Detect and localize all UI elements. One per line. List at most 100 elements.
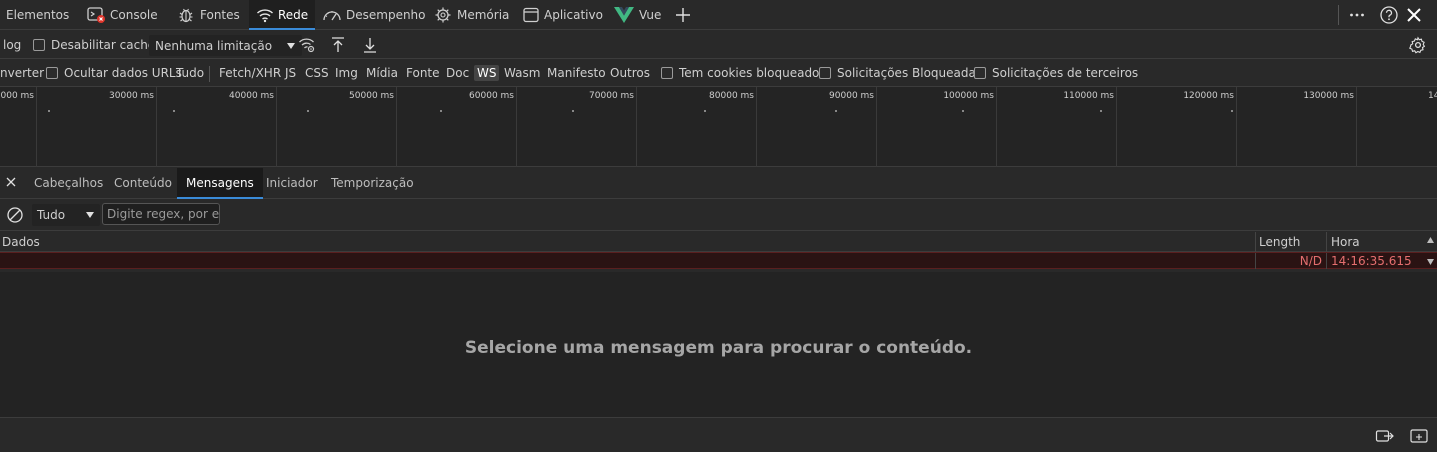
checkbox-box[interactable] (974, 67, 986, 79)
tab-label: Vue (639, 8, 662, 22)
network-overview-timeline[interactable]: 0000 ms 30000 ms 40000 ms 50000 ms 60000… (0, 87, 1437, 167)
filter-img[interactable]: Img (332, 65, 361, 81)
add-tab-button[interactable] (674, 0, 692, 30)
disable-cache-label: Desabilitar cache (51, 38, 156, 52)
more-horizontal-icon (1348, 6, 1366, 24)
timeline-tick-label: 40000 ms (229, 91, 274, 101)
import-har-button[interactable] (330, 36, 346, 54)
hide-data-urls-checkbox[interactable]: Ocultar dados URLs (46, 66, 182, 80)
tab-label: Rede (278, 8, 309, 22)
tab-aplicativo[interactable]: Aplicativo (522, 0, 603, 30)
clear-messages-button[interactable] (6, 206, 24, 224)
wifi-icon (256, 7, 274, 23)
tab-conteudo[interactable]: Conteúdo (105, 168, 181, 198)
table-row[interactable]: N/D 14:16:35.615 (0, 252, 1437, 269)
filter-css[interactable]: CSS (302, 65, 332, 81)
blocked-requests-label: Solicitações Bloqueadas (837, 66, 983, 80)
checkbox-box[interactable] (46, 67, 58, 79)
filter-wasm[interactable]: Wasm (501, 65, 543, 81)
wifi-settings-icon (298, 36, 316, 54)
timeline-gridline (996, 87, 997, 167)
filter-tudo[interactable]: Tudo (173, 65, 207, 81)
message-type-select[interactable]: Tudo (32, 204, 101, 226)
timeline-gridline (36, 87, 37, 167)
divider (1338, 5, 1339, 25)
tab-memoria[interactable]: Memória (433, 0, 509, 30)
request-type-filter-bar: nverter Ocultar dados URLs Tudo Fetch/XH… (0, 60, 1437, 87)
third-party-checkbox[interactable]: Solicitações de terceiros (974, 66, 1138, 80)
tab-elementos[interactable]: Elementos (0, 0, 70, 30)
timeline-activity-mark (572, 110, 574, 112)
tab-label: Memória (457, 8, 510, 22)
timeline-tick-label: 14 (1428, 91, 1437, 101)
gear-icon (1409, 36, 1427, 54)
timeline-gridline (156, 87, 157, 167)
tab-rede[interactable]: Rede (249, 0, 315, 30)
plus-icon (674, 6, 692, 24)
column-header-hora[interactable]: Hora (1331, 232, 1360, 252)
column-header-length[interactable]: Length (1259, 232, 1300, 252)
timeline-tick-label: 120000 ms (1183, 91, 1234, 101)
tab-mensagens[interactable]: Mensagens (177, 168, 263, 199)
timeline-tick-label: 100000 ms (943, 91, 994, 101)
divider (209, 66, 210, 82)
dock-to-side-button[interactable] (1375, 428, 1395, 444)
timeline-gridline (1356, 87, 1357, 167)
tab-label: Fontes (200, 8, 240, 22)
tab-cabecalhos[interactable]: Cabeçalhos (25, 168, 112, 198)
devtools-tab-bar: Elementos Console Fontes Rede Desempenho… (0, 0, 1437, 30)
close-devtools-button[interactable] (1405, 0, 1423, 30)
messages-table-header: Dados Length Hora (0, 232, 1437, 252)
blocked-cookies-checkbox[interactable]: Tem cookies bloqueados (661, 66, 826, 80)
tab-temporizacao[interactable]: Temporização (322, 168, 423, 198)
tab-label: Desempenho (346, 8, 426, 22)
tab-fontes[interactable]: Fontes (176, 0, 240, 30)
checkbox-box[interactable] (33, 39, 45, 51)
network-settings-button[interactable] (1409, 36, 1427, 54)
filter-outros[interactable]: Outros (607, 65, 653, 81)
timeline-gridline (636, 87, 637, 167)
network-conditions-button[interactable] (298, 36, 316, 54)
column-header-dados[interactable]: Dados (2, 232, 40, 252)
timeline-activity-mark (1100, 110, 1102, 112)
filter-fetch-xhr[interactable]: Fetch/XHR (216, 65, 284, 81)
filter-fonte[interactable]: Fonte (403, 65, 443, 81)
regex-filter-input[interactable]: Digite regex, por exemplo (102, 203, 220, 225)
timeline-tick-label: 90000 ms (829, 91, 874, 101)
toggle-drawer-button[interactable] (1409, 428, 1429, 444)
tab-desempenho[interactable]: Desempenho (322, 0, 426, 30)
preserve-log-label[interactable]: log (3, 38, 21, 52)
memory-chip-icon (433, 6, 453, 24)
filter-ws[interactable]: WS (474, 65, 500, 81)
disable-cache-checkbox[interactable]: Desabilitar cache (33, 38, 155, 52)
message-filter-toolbar: Tudo Digite regex, por exemplo (0, 200, 1437, 231)
invert-filter-label[interactable]: nverter (0, 66, 44, 80)
tab-iniciador[interactable]: Iniciador (257, 168, 327, 198)
timeline-gridline (876, 87, 877, 167)
filter-manifesto[interactable]: Manifesto (544, 65, 609, 81)
scroll-up-arrow-icon[interactable] (1426, 236, 1435, 245)
tab-console[interactable]: Console (86, 0, 158, 30)
chevron-down-icon (286, 42, 296, 50)
blocked-requests-checkbox[interactable]: Solicitações Bloqueadas (819, 66, 982, 80)
tab-vue[interactable]: Vue (613, 0, 661, 30)
bug-icon (176, 6, 196, 24)
filter-midia[interactable]: Mídia (363, 65, 401, 81)
timeline-activity-mark (173, 110, 175, 112)
drawer-bottom-bar (0, 420, 1437, 452)
third-party-label: Solicitações de terceiros (992, 66, 1139, 80)
throttling-select[interactable]: Nenhuma limitação (149, 35, 303, 56)
scroll-down-arrow-icon[interactable] (1426, 257, 1435, 266)
filter-js[interactable]: JS (282, 65, 299, 81)
performance-gauge-icon (322, 7, 342, 23)
checkbox-box[interactable] (661, 67, 673, 79)
help-button[interactable] (1379, 0, 1399, 30)
close-detail-button[interactable] (5, 176, 17, 188)
export-har-button[interactable] (362, 36, 378, 54)
timeline-gridline (756, 87, 757, 167)
checkbox-box[interactable] (819, 67, 831, 79)
filter-doc[interactable]: Doc (443, 65, 472, 81)
more-options-button[interactable] (1348, 0, 1366, 30)
timeline-tick-label: 60000 ms (469, 91, 514, 101)
timeline-tick-label: 0000 ms (0, 91, 34, 101)
